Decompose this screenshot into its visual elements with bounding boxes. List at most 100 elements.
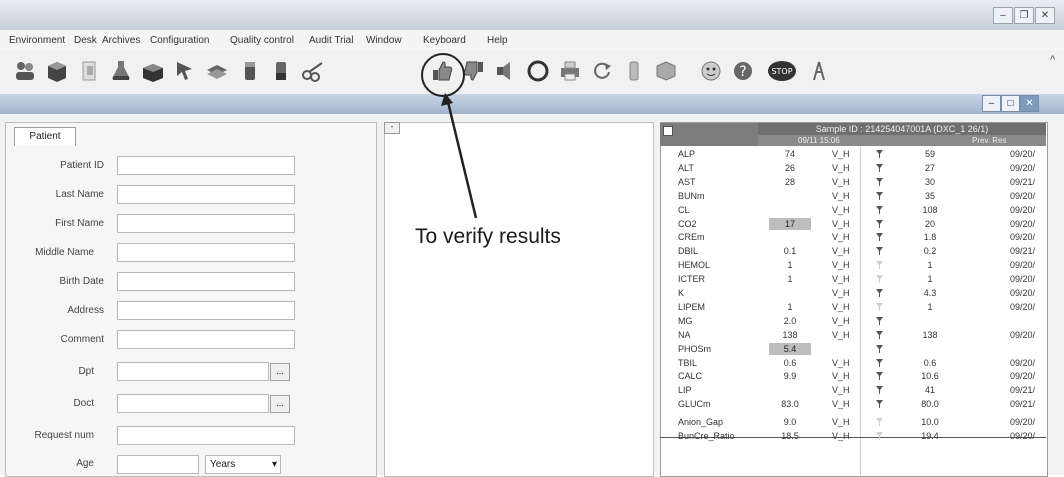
result-row[interactable]: AST 28 V_H 30 09/21/ <box>660 176 1046 188</box>
result-row[interactable]: NA 138 V_H 138 09/20/ <box>660 329 1046 341</box>
phone-icon[interactable] <box>621 58 647 84</box>
age-unit-select[interactable]: Years ▾ <box>205 455 281 474</box>
result-row[interactable]: ICTER 1 V_H 1 09/20/ <box>660 273 1046 285</box>
result-row[interactable]: CL V_H 108 09/20/ <box>660 204 1046 216</box>
close-icon[interactable]: ✕ <box>1035 7 1055 24</box>
result-row[interactable]: CALC 9.9 V_H 10.6 09/20/ <box>660 370 1046 382</box>
menu-help[interactable]: Help <box>487 35 508 46</box>
validation-flag-icon[interactable] <box>876 317 883 325</box>
child-maximize-icon[interactable]: □ <box>1001 95 1020 112</box>
comment-input[interactable] <box>117 330 295 349</box>
validation-flag-icon[interactable] <box>876 386 883 394</box>
result-row[interactable]: ALP 74 V_H 59 09/20/ <box>660 148 1046 160</box>
result-row[interactable]: Anion_Gap 9.0 V_H 10.0 09/20/ <box>660 416 1046 428</box>
validation-flag-icon[interactable] <box>876 289 883 297</box>
scissors-icon[interactable] <box>300 58 326 84</box>
users-icon[interactable] <box>12 58 38 84</box>
menu-quality-control[interactable]: Quality control <box>230 35 294 46</box>
flask-icon[interactable] <box>108 58 134 84</box>
validation-flag-icon[interactable] <box>876 164 883 172</box>
last-name-input[interactable] <box>117 185 295 204</box>
help-icon[interactable]: ? <box>730 58 756 84</box>
validation-flag-icon[interactable] <box>876 220 883 228</box>
validation-flag-icon[interactable] <box>876 192 883 200</box>
result-row[interactable]: ALT 26 V_H 27 09/20/ <box>660 162 1046 174</box>
birth-date-input[interactable] <box>117 272 295 291</box>
validation-flag-icon[interactable] <box>876 400 883 408</box>
first-name-input[interactable] <box>117 214 295 233</box>
result-row[interactable]: HEMOL 1 V_H 1 09/20/ <box>660 259 1046 271</box>
thumbs-down-icon[interactable] <box>461 58 487 84</box>
validation-flag-icon[interactable] <box>876 359 883 367</box>
validation-flag-icon[interactable] <box>876 303 883 311</box>
box-open-icon[interactable] <box>140 58 166 84</box>
address-input[interactable] <box>117 301 295 320</box>
result-row[interactable]: CO2 17 V_H 20 09/20/ <box>660 218 1046 230</box>
menu-audit-trial[interactable]: Audit Trial <box>309 35 353 46</box>
menu-configuration[interactable]: Configuration <box>150 35 209 46</box>
stop-icon[interactable]: STOP <box>766 58 798 84</box>
patient-id-input[interactable] <box>117 156 295 175</box>
result-row[interactable]: BUNm V_H 35 09/20/ <box>660 190 1046 202</box>
validation-flag-icon[interactable] <box>876 372 883 380</box>
ring-icon[interactable] <box>525 58 551 84</box>
doct-lookup-button[interactable]: ... <box>270 395 290 413</box>
previous-date: 09/20/ <box>1010 431 1036 441</box>
arrow-icon[interactable] <box>172 58 198 84</box>
result-row[interactable]: PHOSm 5.4 <box>660 343 1046 355</box>
result-row[interactable]: CREm V_H 1.8 09/20/ <box>660 231 1046 243</box>
menu-environment[interactable]: Environment <box>9 35 65 46</box>
page-icon[interactable] <box>76 58 102 84</box>
validation-flag-icon[interactable] <box>876 275 883 283</box>
restore-icon[interactable]: ❐ <box>1014 7 1034 24</box>
previous-value: 20 <box>924 219 935 229</box>
result-row[interactable]: BunCre_Ratio 18.5 V_H 19.4 09/20/ <box>660 430 1046 442</box>
child-minimize-icon[interactable]: – <box>982 95 1001 112</box>
speaker-icon[interactable] <box>493 58 519 84</box>
middle-name-input[interactable] <box>117 243 295 262</box>
print-icon[interactable] <box>557 58 583 84</box>
tab-patient[interactable]: Patient <box>14 127 76 146</box>
validation-flag-icon[interactable] <box>876 261 883 269</box>
face-icon[interactable] <box>698 58 724 84</box>
result-row[interactable]: MG 2.0 V_H <box>660 315 1046 327</box>
collapse-icon[interactable]: - <box>384 122 400 134</box>
result-row[interactable]: LIPEM 1 V_H 1 09/20/ <box>660 301 1046 313</box>
validation-flag-icon[interactable] <box>876 233 883 241</box>
validation-flag-icon[interactable] <box>876 247 883 255</box>
validation-flag-icon[interactable] <box>876 345 883 353</box>
request-num-input[interactable] <box>117 426 295 445</box>
select-all-checkbox[interactable] <box>663 126 673 136</box>
scroll-up-icon[interactable]: ^ <box>1050 54 1055 66</box>
previous-date: 09/20/ <box>1010 232 1036 242</box>
result-value: 1 <box>787 302 793 312</box>
menu-archives[interactable]: Archives <box>102 35 140 46</box>
box-icon[interactable] <box>44 58 70 84</box>
validation-flag-icon[interactable] <box>876 418 883 426</box>
menu-window[interactable]: Window <box>366 35 402 46</box>
validation-flag-icon[interactable] <box>876 206 883 214</box>
result-row[interactable]: GLUCm 83.0 V_H 80.0 09/21/ <box>660 398 1046 410</box>
doct-input[interactable] <box>117 394 269 413</box>
result-row[interactable]: LIP V_H 41 09/21/ <box>660 384 1046 396</box>
validation-flag-icon[interactable] <box>876 150 883 158</box>
cube-icon[interactable] <box>653 58 679 84</box>
dpt-lookup-button[interactable]: ... <box>270 363 290 381</box>
result-row[interactable]: K V_H 4.3 09/20/ <box>660 287 1046 299</box>
refresh-icon[interactable] <box>589 58 615 84</box>
validation-flag-icon[interactable] <box>876 331 883 339</box>
menu-desk[interactable]: Desk <box>74 35 97 46</box>
exit-icon[interactable] <box>806 58 832 84</box>
validation-flag-icon[interactable] <box>876 432 883 440</box>
menu-keyboard[interactable]: Keyboard <box>423 35 466 46</box>
layers-icon[interactable] <box>204 58 230 84</box>
age-input[interactable] <box>117 455 199 474</box>
minimize-icon[interactable]: – <box>993 7 1013 24</box>
result-row[interactable]: DBIL 0.1 V_H 0.2 09/21/ <box>660 245 1046 257</box>
validation-flag-icon[interactable] <box>876 178 883 186</box>
tube2-icon[interactable] <box>268 58 294 84</box>
result-row[interactable]: TBIL 0.6 V_H 0.6 09/20/ <box>660 357 1046 369</box>
child-close-icon[interactable]: ✕ <box>1020 95 1039 112</box>
dpt-input[interactable] <box>117 362 269 381</box>
tube-icon[interactable] <box>236 58 262 84</box>
